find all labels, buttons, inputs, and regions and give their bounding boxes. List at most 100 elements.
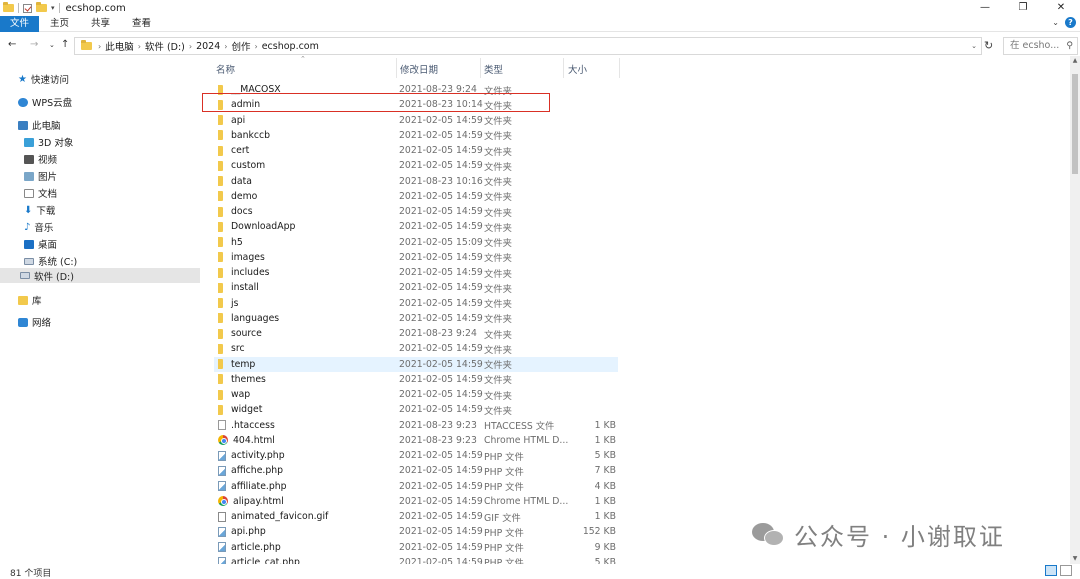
file-row[interactable]: custom 2021-02-05 14:59 文件夹 [214, 158, 618, 173]
chevron-right-icon[interactable]: › [189, 42, 192, 51]
search-input[interactable]: 在 ecsho... ⚲ [1003, 37, 1078, 55]
file-row[interactable]: themes 2021-02-05 14:59 文件夹 [214, 372, 618, 387]
file-row[interactable]: widget 2021-02-05 14:59 文件夹 [214, 402, 618, 417]
file-row[interactable]: 404.html 2021-08-23 9:23 Chrome HTML D... 1… [214, 433, 618, 448]
properties-icon[interactable] [23, 3, 32, 13]
sidebar-item-downloads[interactable]: ⬇ 下载 [24, 203, 55, 218]
new-folder-icon[interactable] [36, 2, 47, 12]
sidebar-item-videos[interactable]: 视频 [24, 152, 57, 166]
file-row[interactable]: docs 2021-02-05 14:59 文件夹 [214, 204, 618, 219]
file-row[interactable]: src 2021-02-05 14:59 文件夹 [214, 341, 618, 356]
file-type: PHP 文件 [484, 466, 524, 478]
sidebar-item-pictures[interactable]: 图片 [24, 169, 57, 183]
sidebar-item-music[interactable]: ♪ 音乐 [24, 220, 53, 235]
sidebar-item-network[interactable]: 网络 [18, 315, 51, 329]
tab-home[interactable]: 主页 [39, 16, 80, 32]
file-name: js [231, 297, 239, 309]
tab-file[interactable]: 文件 [0, 15, 40, 32]
help-icon[interactable]: ? [1065, 17, 1076, 28]
maximize-button[interactable]: ❐ [1004, 0, 1042, 16]
breadcrumb-drive-d[interactable]: 软件 (D:) [145, 39, 185, 53]
file-row[interactable]: DownloadApp 2021-02-05 14:59 文件夹 [214, 219, 618, 234]
file-row[interactable]: js 2021-02-05 14:59 文件夹 [214, 296, 618, 311]
file-row[interactable]: languages 2021-02-05 14:59 文件夹 [214, 311, 618, 326]
vertical-scrollbar[interactable]: ▲ ▼ [1070, 56, 1080, 564]
sidebar-item-this-pc[interactable]: 此电脑 [18, 118, 61, 132]
sidebar-item-wps-cloud[interactable]: WPS云盘 [18, 95, 72, 109]
sidebar-item-quick-access[interactable]: ★ 快速访问 [18, 72, 69, 87]
breadcrumb-ecshop[interactable]: ecshop.com [262, 41, 319, 52]
desktop-icon [24, 239, 34, 249]
expand-ribbon-icon[interactable]: ⌄ [1052, 18, 1059, 27]
file-row[interactable]: .htaccess 2021-08-23 9:23 HTACCESS 文件 1 KB [214, 418, 618, 433]
column-name[interactable]: 名称 [216, 62, 235, 76]
sidebar-item-3d-objects[interactable]: 3D 对象 [24, 135, 73, 149]
file-row[interactable]: source 2021-08-23 9:24 文件夹 [214, 326, 618, 341]
file-row[interactable]: affiche.php 2021-02-05 14:59 PHP 文件 7 KB [214, 463, 618, 478]
large-icons-view-icon[interactable] [1060, 565, 1072, 576]
file-row[interactable]: article_cat.php 2021-02-05 14:59 PHP 文件 5 K… [214, 555, 618, 564]
sidebar-item-drive-d[interactable]: 软件 (D:) [0, 268, 200, 283]
file-type: PHP 文件 [484, 527, 524, 539]
file-date: 2021-02-05 14:59 [399, 404, 483, 416]
music-icon: ♪ [24, 221, 31, 233]
address-bar[interactable]: › 此电脑 › 软件 (D:) › 2024 › 创作 › ecshop.com… [74, 37, 982, 55]
file-row[interactable]: images 2021-02-05 14:59 文件夹 [214, 250, 618, 265]
address-dropdown-icon[interactable]: ⌄ [967, 38, 981, 54]
file-row[interactable]: affiliate.php 2021-02-05 14:59 PHP 文件 4 KB [214, 479, 618, 494]
scroll-up-icon[interactable]: ▲ [1070, 56, 1080, 66]
minimize-button[interactable]: — [966, 0, 1004, 16]
file-size: 9 KB [594, 541, 616, 553]
column-type[interactable]: 类型 [484, 62, 503, 76]
file-row[interactable]: wap 2021-02-05 14:59 文件夹 [214, 387, 618, 402]
chevron-right-icon[interactable]: › [254, 42, 257, 51]
file-row[interactable]: h5 2021-02-05 15:09 文件夹 [214, 235, 618, 250]
breadcrumb-this-pc[interactable]: 此电脑 [105, 39, 134, 53]
chevron-right-icon[interactable]: › [138, 42, 141, 51]
scroll-thumb[interactable] [1072, 74, 1078, 174]
refresh-icon[interactable]: ↻ [984, 39, 993, 52]
file-type: 文件夹 [484, 344, 512, 356]
file-row[interactable]: temp 2021-02-05 14:59 文件夹 [214, 356, 618, 372]
details-view-icon[interactable] [1045, 565, 1057, 576]
file-row[interactable]: alipay.html 2021-02-05 14:59 Chrome HTML D… [214, 494, 618, 509]
tab-share[interactable]: 共享 [80, 16, 121, 32]
file-row[interactable]: install 2021-02-05 14:59 文件夹 [214, 280, 618, 295]
file-row[interactable]: data 2021-08-23 10:16 文件夹 [214, 174, 618, 189]
file-date: 2021-02-05 14:59 [399, 251, 483, 263]
sidebar-item-documents[interactable]: 文档 [24, 186, 57, 200]
tab-view[interactable]: 查看 [121, 16, 162, 32]
close-button[interactable]: ✕ [1042, 0, 1080, 16]
breadcrumb-2024[interactable]: 2024 [196, 41, 220, 52]
recent-locations-icon[interactable]: ⌄ [49, 41, 55, 49]
chevron-right-icon[interactable]: › [224, 42, 227, 51]
scroll-down-icon[interactable]: ▼ [1070, 554, 1080, 564]
breadcrumb-creation[interactable]: 创作 [231, 39, 250, 53]
file-row[interactable]: bankccb 2021-02-05 14:59 文件夹 [214, 128, 618, 143]
up-arrow-icon[interactable]: ↑ [61, 39, 69, 50]
picture-icon [24, 171, 34, 181]
image-file-icon [218, 511, 226, 522]
sidebar-item-drive-c[interactable]: 系统 (C:) [24, 254, 77, 268]
php-file-icon [218, 557, 226, 564]
file-row[interactable]: demo 2021-02-05 14:59 文件夹 [214, 189, 618, 204]
back-arrow-icon[interactable]: ← [8, 39, 16, 50]
forward-arrow-icon[interactable]: → [30, 39, 38, 50]
column-date-modified[interactable]: 修改日期 [400, 62, 438, 76]
sidebar-item-desktop[interactable]: 桌面 [24, 237, 57, 251]
network-icon [18, 317, 28, 327]
file-name: animated_favicon.gif [231, 511, 329, 522]
file-row[interactable]: api 2021-02-05 14:59 文件夹 [214, 113, 618, 128]
file-row[interactable]: api.php 2021-02-05 14:59 PHP 文件 152 KB [214, 524, 618, 539]
file-row[interactable]: cert 2021-02-05 14:59 文件夹 [214, 143, 618, 158]
chevron-right-icon[interactable]: › [98, 42, 101, 51]
file-row[interactable]: animated_favicon.gif 2021-02-05 14:59 GIF … [214, 509, 618, 524]
file-row[interactable]: includes 2021-02-05 14:59 文件夹 [214, 265, 618, 280]
customize-toolbar-icon[interactable]: ▾ [51, 4, 55, 12]
file-row[interactable]: activity.php 2021-02-05 14:59 PHP 文件 5 KB [214, 448, 618, 463]
file-row[interactable]: article.php 2021-02-05 14:59 PHP 文件 9 KB [214, 540, 618, 555]
folder-icon [218, 130, 223, 141]
column-size[interactable]: 大小 [568, 62, 587, 76]
sidebar-item-libraries[interactable]: 库 [18, 293, 42, 307]
file-size: 5 KB [594, 556, 616, 564]
